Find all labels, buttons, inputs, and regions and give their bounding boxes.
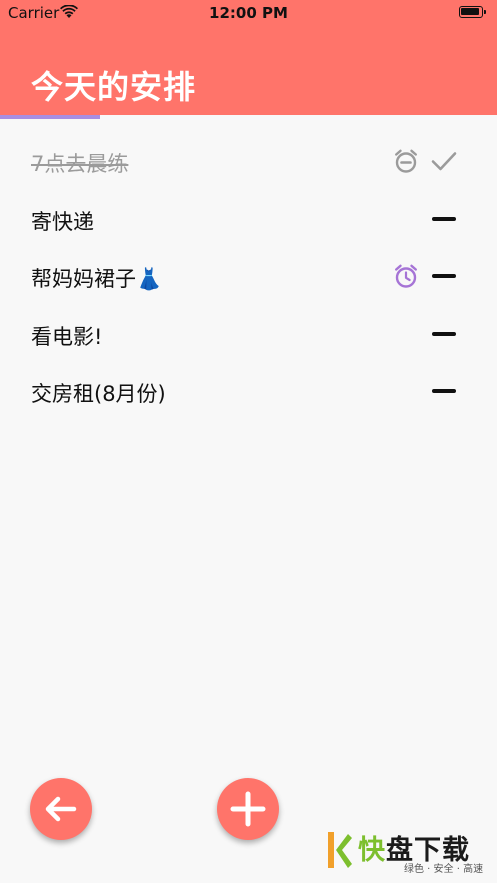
alarm-clock-icon[interactable] — [393, 263, 419, 289]
alarm-off-icon[interactable] — [393, 148, 419, 174]
battery-icon — [459, 6, 486, 18]
task-row[interactable]: 看电影! — [0, 305, 497, 363]
task-row[interactable]: 交房租(8月份) — [0, 362, 497, 420]
dash-icon — [432, 274, 456, 278]
task-row[interactable]: 7点去晨练 — [0, 132, 497, 190]
remove-button[interactable] — [430, 320, 458, 348]
status-bar: Carrier 12:00 PM — [0, 0, 497, 26]
task-row[interactable]: 帮妈妈裙子👗 — [0, 247, 497, 305]
back-button[interactable] — [30, 778, 92, 840]
check-icon — [431, 152, 457, 171]
remove-button[interactable] — [430, 377, 458, 405]
status-time: 12:00 PM — [209, 4, 288, 22]
tab-indicator — [0, 115, 100, 119]
task-text: 帮妈妈裙子👗 — [31, 267, 163, 291]
app-header: Carrier 12:00 PM 今天的安排 — [0, 0, 497, 115]
page-title: 今天的安排 — [31, 68, 197, 106]
watermark: 快盘下载 绿色 · 安全 · 高速 — [326, 826, 494, 878]
dash-icon — [432, 216, 456, 221]
arrow-left-icon — [45, 796, 77, 822]
task-text: 交房租(8月份) — [31, 382, 166, 406]
dash-icon — [432, 331, 456, 336]
watermark-logo-icon — [328, 832, 352, 868]
task-text: 寄快递 — [31, 209, 94, 234]
remove-button[interactable] — [430, 205, 458, 233]
plus-icon — [230, 791, 266, 827]
task-row[interactable]: 寄快递 — [0, 190, 497, 248]
task-list: 7点去晨练 寄快递 帮妈妈裙子👗 看电影! 交房租(8月份) — [0, 132, 497, 420]
check-button[interactable] — [430, 147, 458, 175]
remove-button[interactable] — [430, 262, 458, 290]
task-text: 看电影! — [31, 324, 103, 349]
battery-level — [461, 8, 479, 15]
watermark-tagline: 绿色 · 安全 · 高速 — [404, 864, 484, 875]
add-task-button[interactable] — [217, 778, 279, 840]
dash-icon — [432, 389, 456, 393]
task-text: 7点去晨练 — [31, 152, 129, 176]
